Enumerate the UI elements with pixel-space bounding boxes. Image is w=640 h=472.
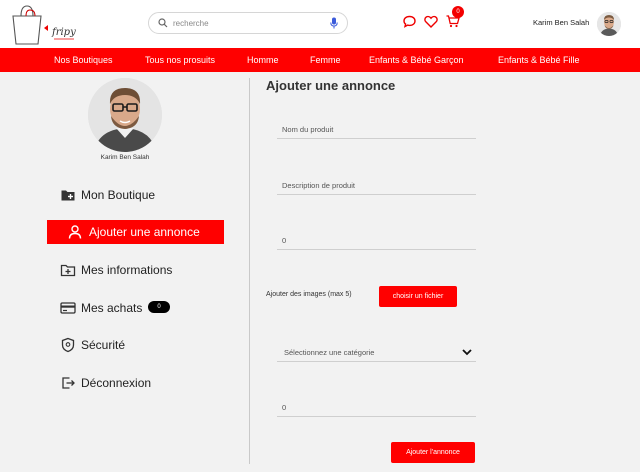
- nav-nos-boutiques[interactable]: Nos Boutiques: [54, 48, 113, 72]
- sidebar-item-mes-informations[interactable]: Mes informations: [47, 258, 224, 282]
- header-user-name[interactable]: Karim Ben Salah: [533, 18, 589, 27]
- sidebar-item-ajouter-annonce[interactable]: Ajouter une annonce: [47, 220, 224, 244]
- profile-avatar: [88, 78, 162, 152]
- purchases-count-badge: 0: [148, 301, 170, 313]
- header-avatar[interactable]: [597, 12, 621, 36]
- sidebar-item-label: Mes informations: [81, 263, 173, 277]
- quantity-field[interactable]: 0: [277, 400, 476, 417]
- chat-icon[interactable]: [403, 15, 416, 28]
- sidebar-item-label: Mon Boutique: [81, 188, 156, 202]
- sidebar-item-mes-achats[interactable]: Mes achats 0: [47, 296, 224, 320]
- nav-enfants-bebe-garcon[interactable]: Enfants & Bébé Garçon: [369, 48, 464, 72]
- sidebar-item-label: Ajouter une annonce: [89, 225, 200, 239]
- category-select[interactable]: Sélectionnez une catégorie: [277, 345, 476, 362]
- description-field[interactable]: Description de produit: [277, 178, 476, 195]
- vertical-divider: [249, 78, 250, 464]
- category-placeholder: Sélectionnez une catégorie: [284, 348, 375, 357]
- top-header: fripy 0 Karim Ben Salah: [0, 0, 640, 48]
- svg-text:fripy: fripy: [51, 27, 76, 38]
- sidebar-item-label: Sécurité: [81, 338, 126, 352]
- microphone-icon[interactable]: [330, 17, 338, 29]
- search-bar[interactable]: [148, 12, 348, 34]
- folder-add-icon: [60, 264, 76, 277]
- nav-tous-nos-produits[interactable]: Tous nos prosuits: [145, 48, 215, 72]
- nav-femme[interactable]: Femme: [310, 48, 341, 72]
- sidebar-item-deconnexion[interactable]: Déconnexion: [47, 371, 224, 395]
- folder-plus-icon: [61, 190, 75, 201]
- cart-count-badge: 0: [452, 6, 464, 18]
- search-icon: [158, 18, 168, 28]
- category-nav: Nos Boutiques Tous nos prosuits Homme Fe…: [0, 48, 640, 72]
- description-placeholder: Description de produit: [282, 181, 355, 190]
- nav-homme[interactable]: Homme: [247, 48, 279, 72]
- chevron-down-icon: [462, 349, 472, 356]
- sidebar-item-label: Mes achats: [81, 301, 143, 315]
- fripy-logo[interactable]: fripy: [8, 2, 88, 46]
- price-field[interactable]: 0: [277, 233, 476, 250]
- sidebar-item-mon-boutique[interactable]: Mon Boutique: [47, 183, 224, 207]
- shield-icon: [61, 337, 75, 353]
- choose-file-button[interactable]: choisir un fichier: [379, 286, 457, 307]
- sidebar-item-securite[interactable]: Sécurité: [47, 333, 224, 357]
- search-input[interactable]: [173, 16, 323, 31]
- logout-icon: [62, 377, 75, 389]
- nav-enfants-bebe-fille[interactable]: Enfants & Bébé Fille: [498, 48, 580, 72]
- sidebar-item-label: Déconnexion: [81, 376, 152, 390]
- quantity-value: 0: [282, 403, 287, 412]
- user-icon: [68, 225, 82, 239]
- page-title: Ajouter une annonce: [266, 78, 396, 93]
- price-value: 0: [282, 236, 287, 245]
- product-name-placeholder: Nom du produit: [282, 125, 334, 134]
- images-label: Ajouter des images (max 5): [266, 291, 352, 298]
- profile-name: Karim Ben Salah: [100, 154, 150, 161]
- credit-card-icon: [60, 302, 76, 314]
- submit-annonce-button[interactable]: Ajouter l'annonce: [391, 442, 475, 463]
- product-name-field[interactable]: Nom du produit: [277, 122, 476, 139]
- heart-icon[interactable]: [424, 15, 438, 28]
